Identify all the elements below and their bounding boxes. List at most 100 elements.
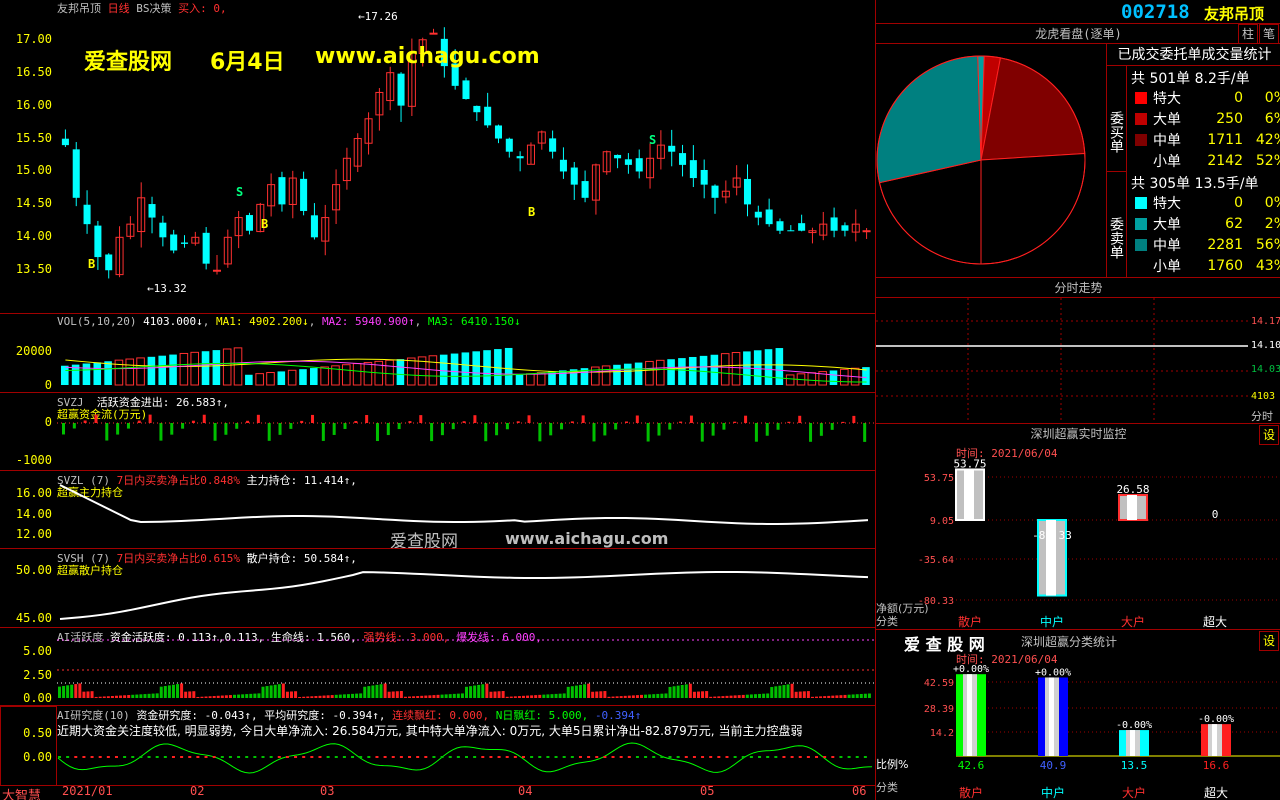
category-label: 中户 bbox=[1041, 785, 1065, 800]
color-swatch bbox=[1135, 92, 1147, 104]
activity-bar bbox=[127, 695, 131, 698]
stats-bar-chart[interactable]: 42.59 28.39 14.2 +0.00% 42.6 散户 +0.00% 40.9 中户 -0… bbox=[876, 630, 1280, 800]
research-tick bbox=[294, 756, 298, 758]
activity-bar bbox=[395, 691, 399, 698]
research-tick bbox=[823, 756, 827, 758]
candle-body-down bbox=[170, 234, 178, 251]
bar-mode-button[interactable]: 柱 bbox=[1238, 24, 1258, 44]
candle-body-down bbox=[635, 158, 643, 172]
price-panel[interactable]: 友邦吊顶 日线 BS决策 买入: 0, 17.00 16.50 16.00 15.50… bbox=[0, 0, 875, 313]
activity-bar bbox=[310, 696, 314, 698]
research-tick bbox=[375, 756, 379, 758]
research-tick bbox=[367, 756, 371, 758]
research-tick bbox=[855, 756, 859, 758]
activity-bar bbox=[534, 695, 538, 698]
fund-flow-bar bbox=[181, 423, 185, 429]
activity-bar bbox=[359, 693, 363, 698]
intraday-tick: 14.17 bbox=[1251, 316, 1280, 327]
activity-bar bbox=[733, 695, 737, 698]
activity-bar bbox=[387, 691, 391, 698]
activity-bar bbox=[171, 684, 175, 698]
activity-bar bbox=[273, 684, 277, 698]
candle-body-down bbox=[148, 204, 156, 218]
activity-bar bbox=[241, 694, 245, 698]
vol-panel[interactable]: VOL(5,10,20) 4103.000↓, MA1: 4902.200↓, … bbox=[0, 313, 875, 392]
research-tick bbox=[619, 756, 623, 758]
row-name: 中单 bbox=[1153, 133, 1181, 149]
activity-bars[interactable] bbox=[0, 628, 875, 706]
svsh-panel[interactable]: SVSH (7) 7日内买卖净占比0.615% 散户持仓: 50.584↑, 超… bbox=[0, 548, 875, 627]
research-line[interactable] bbox=[0, 706, 875, 786]
activity-bar bbox=[102, 696, 106, 698]
retail-position-line[interactable] bbox=[0, 549, 875, 628]
volume-bar bbox=[179, 352, 189, 386]
fund-flow-bar bbox=[170, 423, 174, 435]
intraday-chart[interactable] bbox=[876, 298, 1280, 423]
activity-bar bbox=[375, 684, 379, 698]
activity-bar bbox=[725, 695, 729, 698]
fund-flow-bar bbox=[668, 423, 672, 430]
candle-body-down bbox=[516, 156, 524, 159]
research-tick bbox=[684, 756, 688, 758]
monitor-value: -80.33 bbox=[1032, 529, 1072, 542]
candle-body-down bbox=[494, 125, 502, 139]
volume-bar bbox=[450, 353, 459, 385]
ai-research-panel[interactable]: AI研究度(10) 资金研究度: -0.043↑, 平均研究度: -0.394↑… bbox=[0, 705, 875, 786]
fund-flow-bar bbox=[267, 423, 271, 441]
row-pct: 0% bbox=[1264, 90, 1280, 106]
activity-bar bbox=[574, 685, 578, 698]
research-tick bbox=[839, 756, 843, 758]
research-tick bbox=[521, 756, 525, 758]
main-chart-area[interactable]: 友邦吊顶 日线 BS决策 买入: 0, 17.00 16.50 16.00 15.50… bbox=[0, 0, 875, 800]
row-pct: 52% bbox=[1255, 153, 1280, 169]
fund-flow-bar bbox=[819, 423, 823, 436]
fund-flow-bar bbox=[386, 423, 390, 436]
fund-flow-bar bbox=[473, 415, 477, 423]
volume-bar bbox=[136, 357, 145, 386]
corner-label: 大智慧 bbox=[2, 789, 42, 800]
research-tick bbox=[82, 756, 86, 758]
candle-body-down bbox=[841, 225, 849, 231]
fund-flow-bar bbox=[224, 423, 228, 435]
intraday-vol: 4103 bbox=[1251, 391, 1276, 402]
volume-bar bbox=[504, 347, 513, 385]
activity-bar bbox=[298, 696, 302, 698]
volume-bar bbox=[385, 359, 394, 386]
fund-flow-bar bbox=[148, 414, 152, 423]
stats-tick: 14.2 bbox=[930, 728, 954, 739]
svzj-panel[interactable]: SVZJ 活跃资金进出: 26.583↑, 超赢资金流(万元) 0 -1000 bbox=[0, 392, 875, 470]
pie-chart[interactable] bbox=[876, 44, 1106, 277]
monitor-tick: -35.64 bbox=[918, 555, 954, 566]
candle-body-down bbox=[830, 217, 838, 231]
activity-bar bbox=[554, 693, 558, 698]
activity-bar bbox=[717, 696, 721, 698]
research-tick bbox=[139, 756, 143, 758]
activity-bar bbox=[143, 694, 147, 698]
volume-bar bbox=[158, 355, 167, 385]
activity-bar bbox=[70, 684, 74, 698]
volume-bar bbox=[710, 354, 719, 385]
order-row: 中单 2281 56% bbox=[1131, 235, 1280, 255]
fund-flow-bars[interactable] bbox=[0, 393, 875, 471]
monitor-bar-chart[interactable]: 53.759.05-35.64-80.3353.75散户-80.33中户26.5… bbox=[876, 424, 1280, 630]
research-tick bbox=[155, 756, 159, 758]
activity-bar bbox=[249, 693, 253, 698]
candle-body-down bbox=[776, 221, 784, 231]
tick-mode-button[interactable]: 笔 bbox=[1259, 24, 1279, 44]
volume-bars[interactable] bbox=[0, 314, 875, 393]
activity-bar bbox=[644, 694, 648, 698]
svzl-panel[interactable]: SVZL (7) 7日内买卖净占比0.848% 主力持仓: 11.414↑, 超… bbox=[0, 470, 875, 552]
stats-pct: +0.00% bbox=[953, 664, 989, 675]
volume-bar bbox=[753, 350, 762, 385]
activity-bar bbox=[656, 693, 660, 698]
activity-bar bbox=[306, 696, 310, 698]
fund-flow-bar bbox=[505, 423, 509, 430]
activity-bar bbox=[302, 696, 306, 698]
color-swatch bbox=[1135, 155, 1147, 167]
fund-flow-bar bbox=[72, 423, 76, 429]
ai-activity-panel[interactable]: AI活跃度 资金活跃度: 0.113↑,0.113, 生命线: 1.560, 强… bbox=[0, 627, 875, 705]
activity-bar bbox=[224, 695, 228, 698]
activity-bar bbox=[839, 695, 843, 698]
research-tick bbox=[253, 756, 257, 758]
activity-bar bbox=[200, 696, 204, 698]
